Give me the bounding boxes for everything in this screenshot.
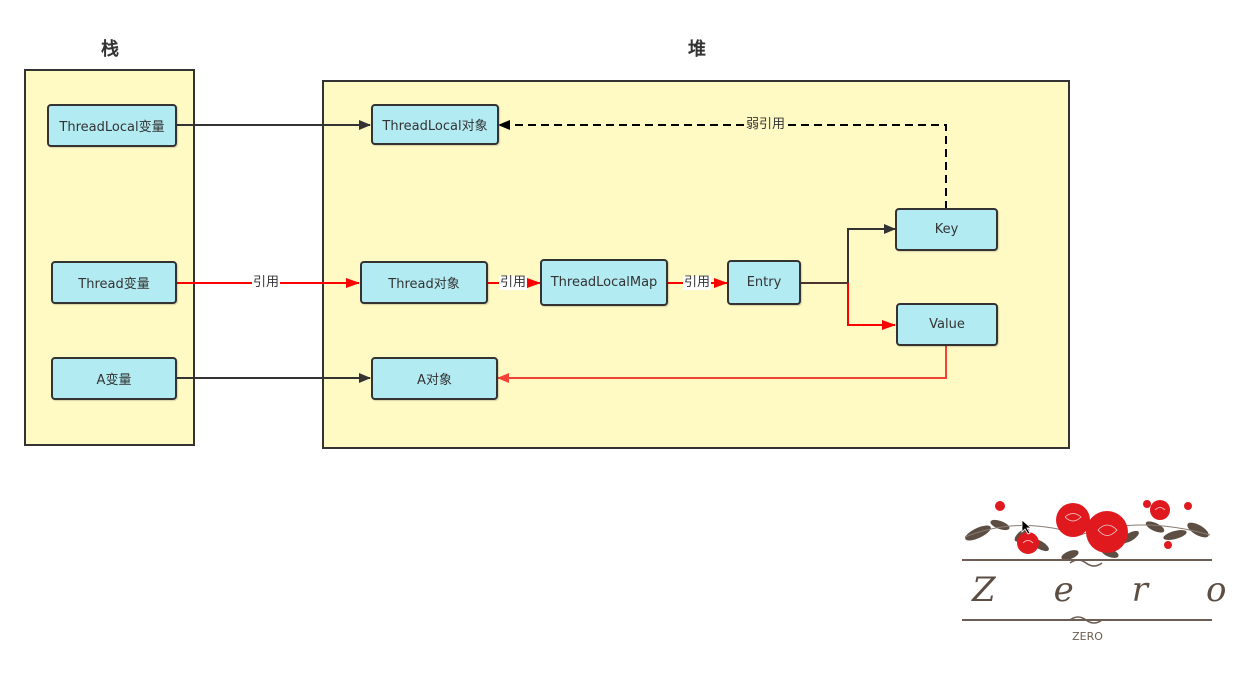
logo-caption: ZERO (1072, 630, 1103, 643)
node-key[interactable]: Key (895, 208, 998, 251)
node-thread-obj[interactable]: Thread对象 (360, 261, 488, 304)
mouse-cursor-icon (1021, 519, 1033, 535)
node-threadlocal-obj[interactable]: ThreadLocal对象 (371, 104, 499, 145)
rose-ornament-icon (962, 500, 1212, 624)
node-threadlocalmap[interactable]: ThreadLocalMap (540, 259, 668, 306)
node-entry[interactable]: Entry (727, 260, 801, 305)
ref-label-map: 引用 (499, 275, 528, 290)
edge-value-to-a-obj (497, 345, 947, 383)
edge-key-to-threadlocal-weak (498, 120, 947, 209)
node-a-var[interactable]: A变量 (51, 357, 177, 400)
zero-logo: Zero ZERO (960, 485, 1255, 650)
node-threadlocal-var[interactable]: ThreadLocal变量 (47, 104, 177, 147)
weak-ref-label: 弱引用 (745, 117, 787, 132)
node-a-obj[interactable]: A对象 (371, 357, 498, 400)
ref-label-entry: 引用 (683, 275, 712, 290)
node-thread-var[interactable]: Thread变量 (51, 261, 177, 304)
ref-label-thread: 引用 (252, 275, 281, 290)
edge-entry-to-key (847, 224, 896, 283)
logo-script-text: Zero (972, 570, 1255, 610)
edge-entry-to-value (847, 283, 896, 330)
node-value[interactable]: Value (896, 303, 998, 346)
